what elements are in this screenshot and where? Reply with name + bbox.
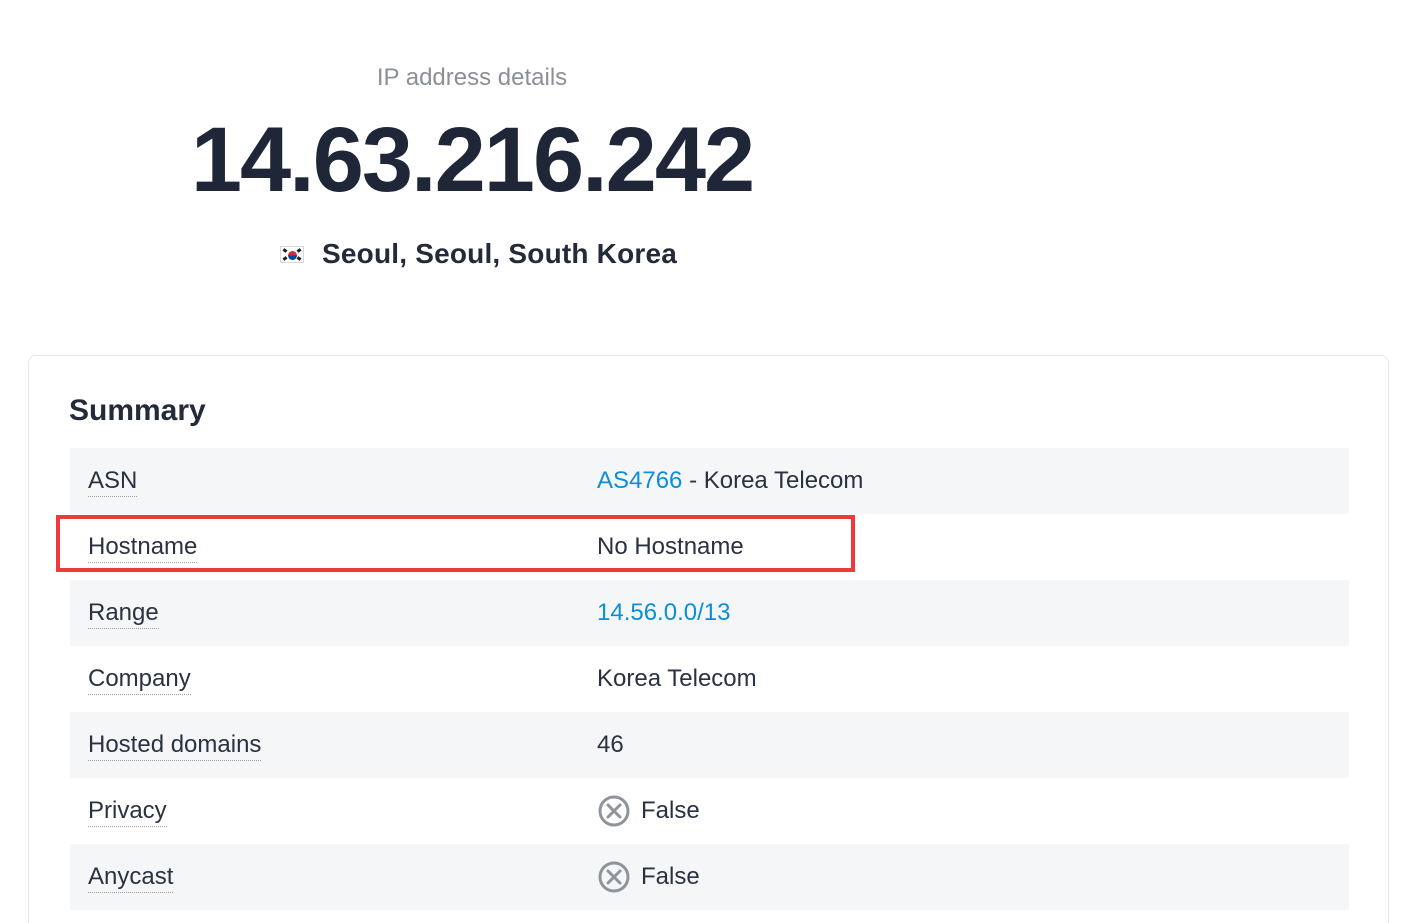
asn-company: - Korea Telecom (682, 467, 864, 494)
row-key: Hostname (70, 533, 597, 563)
row-value: AS4766 - Korea Telecom (597, 467, 863, 495)
anycast-value: False (641, 863, 700, 890)
hosted-domains-label: Hosted domains (88, 731, 262, 761)
hostname-label: Hostname (88, 533, 198, 563)
row-key: Privacy (70, 797, 597, 827)
table-row-privacy: Privacy False (70, 778, 1349, 844)
table-row-company: Company Korea Telecom (70, 646, 1349, 712)
row-value: No Hostname (597, 533, 744, 561)
hostname-value: No Hostname (597, 533, 744, 560)
anycast-label: Anycast (88, 863, 174, 893)
row-key: Company (70, 665, 597, 695)
row-value: 14.56.0.0/13 (597, 599, 730, 627)
range-label: Range (88, 599, 159, 629)
summary-title: Summary (69, 394, 206, 427)
hosted-domains-value: 46 (597, 731, 624, 758)
summary-table: ASN AS4766 - Korea Telecom Hostname No H… (70, 448, 1349, 910)
row-value: 46 (597, 731, 624, 759)
hero-label: IP address details (376, 64, 568, 91)
privacy-value: False (641, 797, 700, 824)
asn-label: ASN (88, 467, 138, 497)
asn-link[interactable]: AS4766 (597, 467, 682, 495)
table-row-anycast: Anycast False (70, 844, 1349, 910)
company-value: Korea Telecom (597, 665, 757, 692)
table-row-hosted-domains: Hosted domains 46 (70, 712, 1349, 778)
location-text: Seoul, Seoul, South Korea (322, 238, 678, 269)
privacy-label: Privacy (88, 797, 167, 827)
location-line: Seoul, Seoul, South Korea (280, 236, 677, 272)
row-key: ASN (70, 467, 597, 497)
ip-address-heading: 14.63.216.242 (190, 109, 755, 211)
row-value: False (597, 794, 700, 828)
row-value: Korea Telecom (597, 665, 757, 693)
south-korea-flag-icon (280, 245, 304, 263)
x-circle-icon (598, 795, 630, 827)
table-row-range: Range 14.56.0.0/13 (70, 580, 1349, 646)
table-row-hostname: Hostname No Hostname (70, 514, 1349, 580)
table-row-asn: ASN AS4766 - Korea Telecom (70, 448, 1349, 514)
range-link[interactable]: 14.56.0.0/13 (597, 599, 730, 627)
ip-details-page: IP address details 14.63.216.242 Seoul, … (0, 0, 1415, 923)
row-key: Anycast (70, 863, 597, 893)
summary-card: Summary ASN AS4766 - Korea Telecom Hostn… (28, 355, 1389, 923)
x-circle-icon (598, 861, 630, 893)
row-value: False (597, 860, 700, 894)
row-key: Range (70, 599, 597, 629)
row-key: Hosted domains (70, 731, 597, 761)
company-label: Company (88, 665, 191, 695)
